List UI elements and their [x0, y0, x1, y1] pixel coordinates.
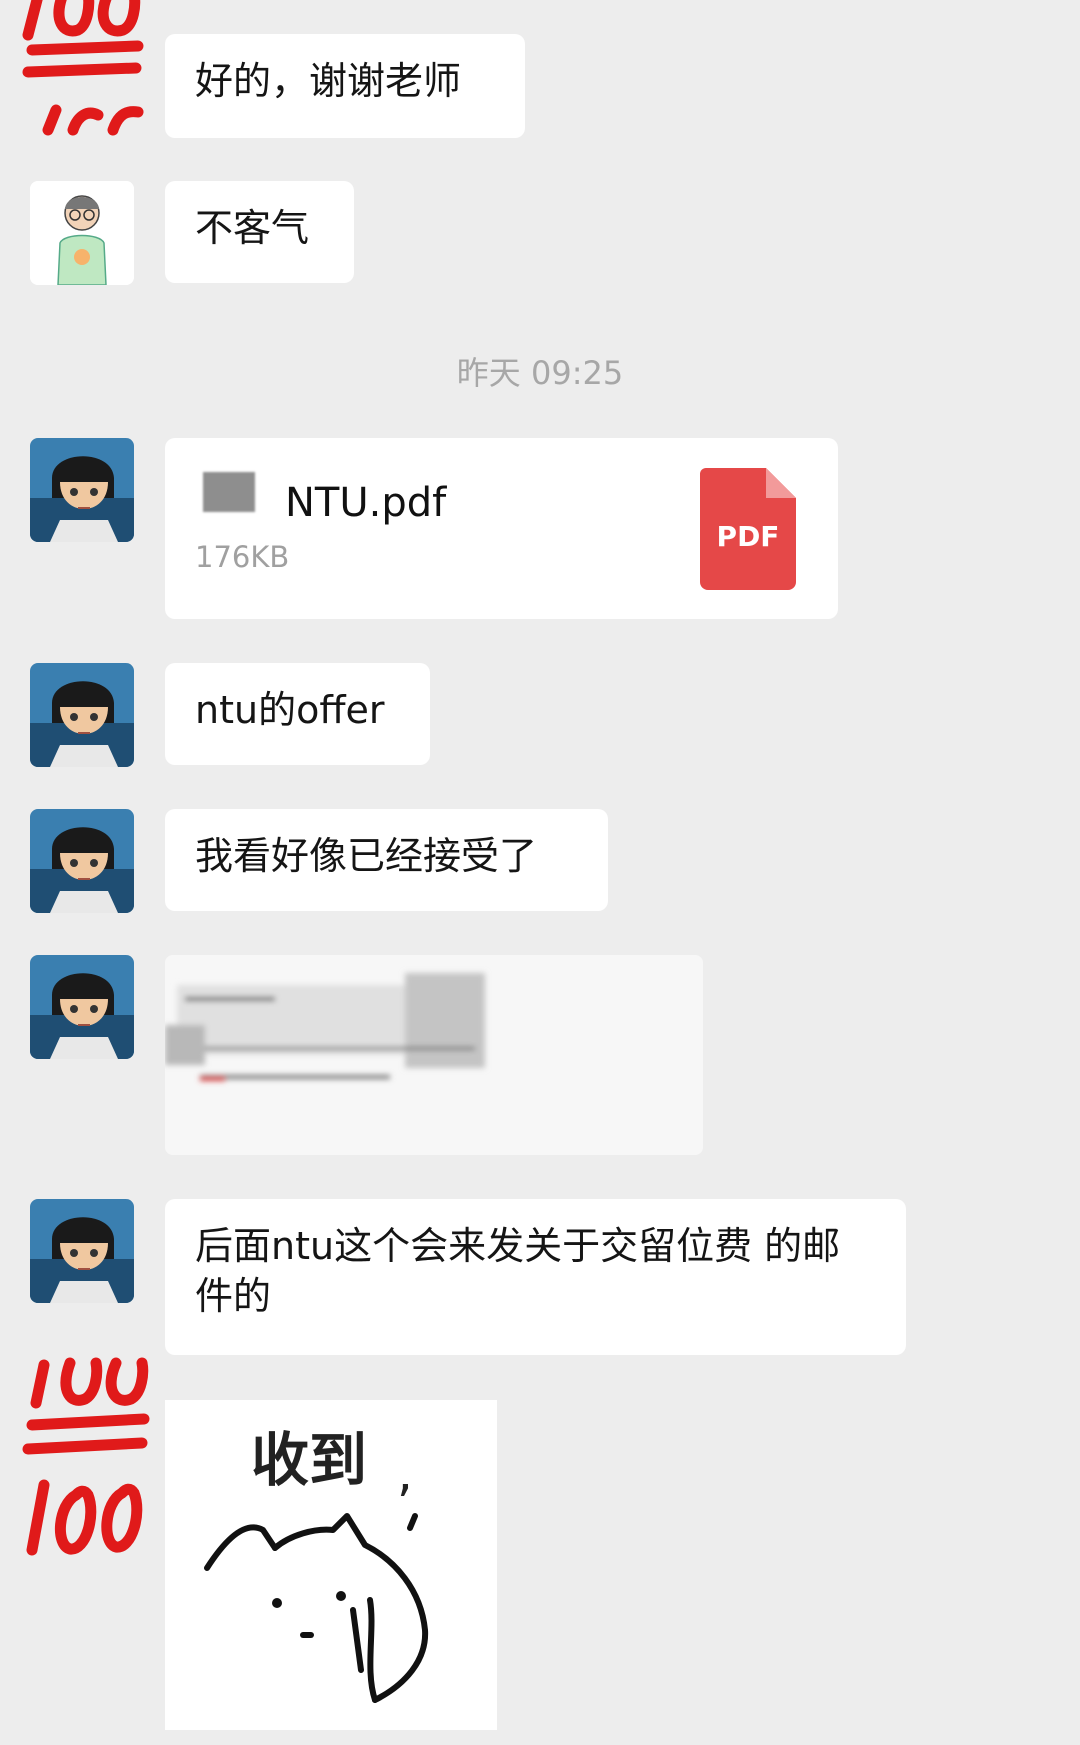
anime-boy-avatar-icon: [30, 955, 134, 1059]
message-bubble[interactable]: ntu的offer: [165, 663, 430, 765]
anime-boy-avatar-icon: [30, 809, 134, 913]
file-message-card[interactable]: NTU.pdf 176KB PDF: [165, 438, 838, 619]
blurred-screenshot-image: [165, 955, 703, 1155]
hundred-emoji-icon: [22, 1357, 150, 1556]
message-text: 后面ntu这个会来发关于交留位费 的邮件的: [195, 1224, 841, 1318]
avatar-anime-boy[interactable]: [30, 1199, 134, 1303]
avatar-anime-boy[interactable]: [30, 955, 134, 1059]
message-bubble[interactable]: 我看好像已经接受了: [165, 809, 608, 911]
file-thumbnail-blur: [203, 472, 255, 512]
anime-boy-avatar-icon: [30, 438, 134, 542]
avatar-hundred-emoji[interactable]: [8, 0, 148, 140]
message-bubble[interactable]: 好的，谢谢老师: [165, 34, 525, 138]
message-text: 我看好像已经接受了: [195, 834, 538, 878]
chat-timestamp: 昨天 09:25: [456, 354, 624, 392]
anime-boy-avatar-icon: [30, 663, 134, 767]
sticker-message[interactable]: 收到 ,: [165, 1400, 497, 1730]
image-message[interactable]: [165, 955, 703, 1155]
avatar-anime-boy[interactable]: [30, 438, 134, 542]
teacher-avatar-icon: [30, 181, 134, 285]
sticker-comma: ,: [397, 1444, 413, 1502]
message-text: ntu的offer: [195, 688, 385, 732]
anime-boy-avatar-icon: [30, 1199, 134, 1303]
avatar-anime-boy[interactable]: [30, 809, 134, 913]
file-size: 176KB: [195, 540, 290, 574]
pdf-badge-label: PDF: [716, 520, 780, 553]
file-name: NTU.pdf: [285, 480, 447, 526]
avatar-hundred-emoji[interactable]: [10, 1355, 155, 1565]
hundred-emoji-icon: [22, 0, 144, 136]
pdf-file-icon: PDF: [700, 468, 796, 590]
message-text: 不客气: [195, 206, 310, 250]
message-bubble[interactable]: 不客气: [165, 181, 354, 283]
avatar-teacher[interactable]: [30, 181, 134, 285]
cat-sticker-image: 收到 ,: [165, 1400, 497, 1730]
avatar-anime-boy[interactable]: [30, 663, 134, 767]
message-bubble[interactable]: 后面ntu这个会来发关于交留位费 的邮件的: [165, 1199, 906, 1355]
sticker-caption: 收到: [251, 1426, 367, 1494]
message-text: 好的，谢谢老师: [195, 59, 462, 103]
